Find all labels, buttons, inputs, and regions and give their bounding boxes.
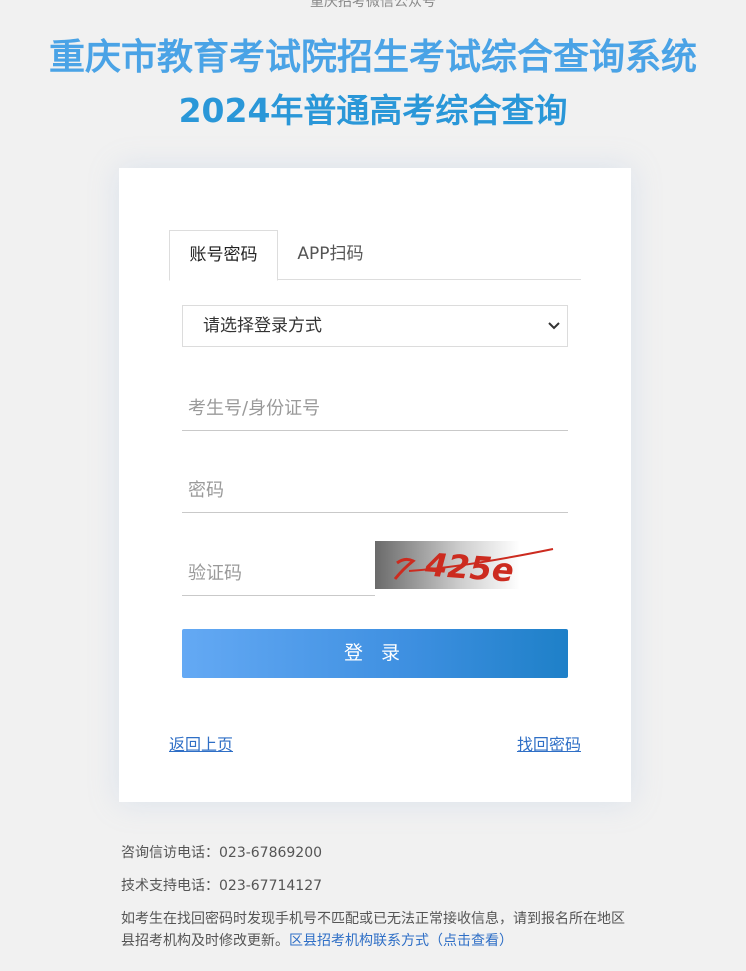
login-button[interactable]: 登 录	[182, 629, 568, 678]
password-input[interactable]: 密码	[182, 464, 568, 513]
wechat-account-note: 重庆招考微信公众号	[310, 0, 436, 10]
back-link[interactable]: 返回上页	[169, 731, 233, 755]
captcha-input[interactable]: 验证码	[182, 547, 375, 596]
page-subtitle: 2024年普通高考综合查询	[178, 91, 568, 130]
password-placeholder: 密码	[188, 480, 224, 501]
id-number-placeholder: 考生号/身份证号	[188, 398, 321, 419]
login-card: 账号密码 APP扫码 请选择登录方式 考生号/身份证号 密码 验证码 425e …	[119, 168, 631, 802]
tab-account-password[interactable]: 账号密码	[169, 230, 278, 281]
chevron-down-icon	[548, 322, 560, 330]
captcha-image[interactable]: 425e	[375, 541, 568, 589]
login-method-selected: 请选择登录方式	[203, 316, 322, 336]
tab-app-scan[interactable]: APP扫码	[283, 230, 378, 279]
id-number-input[interactable]: 考生号/身份证号	[182, 382, 568, 431]
support-phone: 技术支持电话：023-67714127	[121, 878, 323, 894]
page-title: 重庆市教育考试院招生考试综合查询系统	[48, 37, 697, 78]
login-method-select[interactable]: 请选择登录方式	[182, 305, 568, 347]
forgot-password-link[interactable]: 找回密码	[517, 731, 581, 755]
consult-phone: 咨询信访电话：023-67869200	[121, 845, 323, 861]
county-office-contact-link[interactable]: 区县招考机构联系方式（点击查看）	[289, 933, 513, 949]
captcha-placeholder: 验证码	[188, 563, 242, 584]
login-tabs: 账号密码 APP扫码	[169, 230, 581, 281]
password-notice: 如考生在找回密码时发现手机号不匹配或已无法正常接收信息，请到报名所在地区县招考机…	[121, 908, 631, 952]
captcha-text: 425e	[423, 545, 515, 589]
